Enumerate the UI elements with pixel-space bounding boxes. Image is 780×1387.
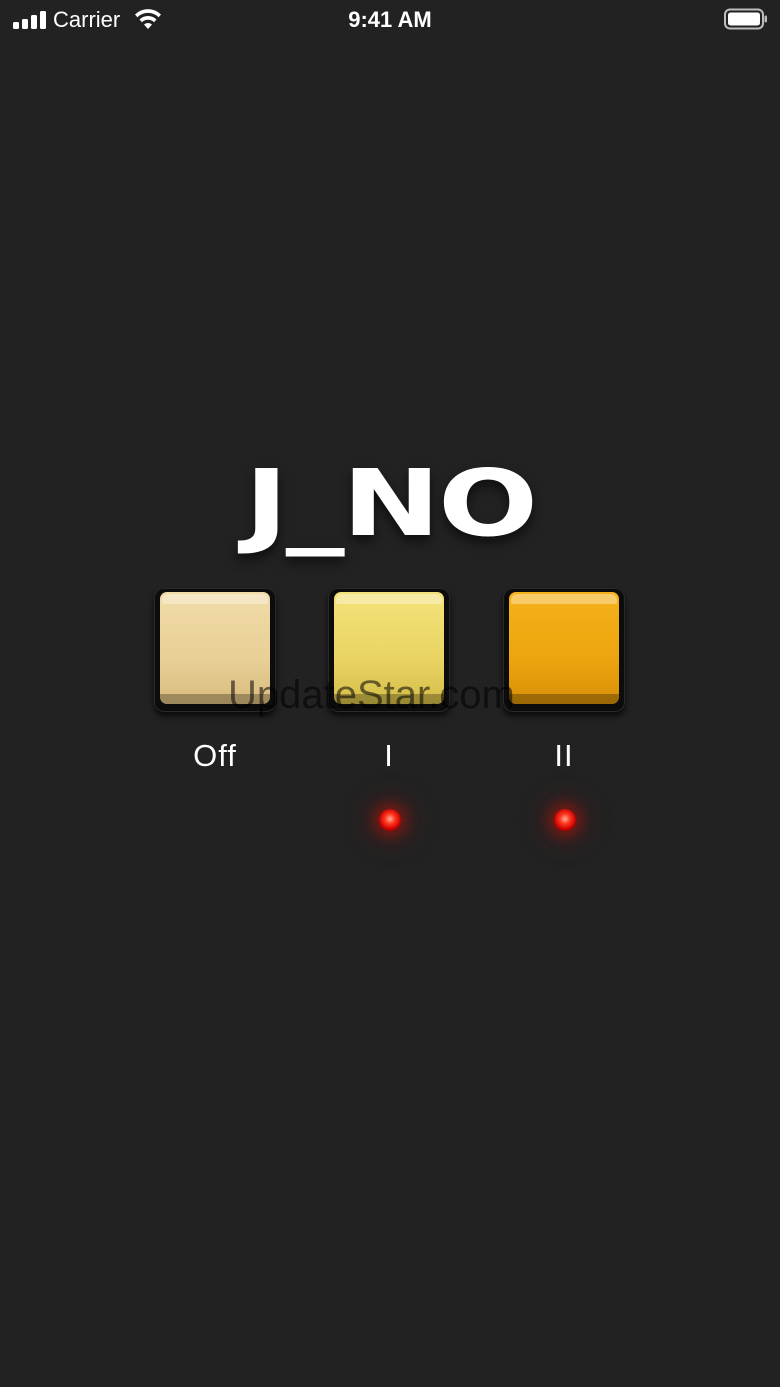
button-cap — [334, 592, 444, 704]
status-time: 9:41 AM — [348, 7, 432, 32]
button-cap — [160, 592, 270, 704]
chorus-ii-label: II — [554, 738, 574, 773]
app-logo: J_NO — [244, 450, 538, 557]
chorus-button-row: Off I II — [0, 588, 780, 838]
button-cap — [509, 592, 619, 704]
chorus-ii-button[interactable] — [503, 588, 625, 712]
chorus-i-label: I — [384, 738, 394, 773]
chorus-off-label: Off — [193, 738, 237, 773]
chorus-i-led-indicator — [379, 809, 401, 831]
chorus-off-button[interactable] — [154, 588, 276, 712]
chorus-ii-led-indicator — [554, 809, 576, 831]
chorus-i-button[interactable] — [328, 588, 450, 712]
battery-icon — [724, 8, 767, 30]
status-bar: Carrier 9:41 AM — [0, 0, 780, 40]
app-screen: Carrier 9:41 AM J_NO Off I II UpdateStar… — [0, 0, 780, 1387]
